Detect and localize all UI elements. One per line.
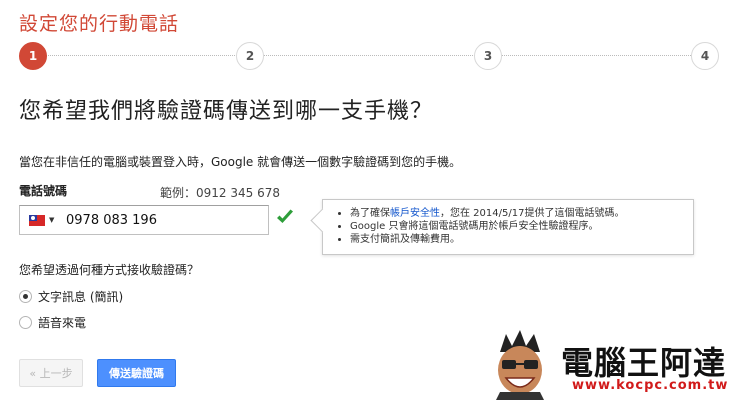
info-tooltip: 為了確保帳戶安全性，您在 2014/5/17提供了這個電話號碼。 Google … bbox=[322, 199, 694, 255]
progress-stepper: 1 2 3 4 bbox=[19, 42, 719, 70]
info-line-1: 為了確保帳戶安全性，您在 2014/5/17提供了這個電話號碼。 bbox=[350, 207, 683, 220]
step-2: 2 bbox=[236, 42, 264, 70]
phone-example: 範例：0912 345 678 bbox=[160, 186, 280, 200]
radio-label-voice: 語音來電 bbox=[38, 316, 87, 330]
method-question: 您希望透過何種方式接收驗證碼？ bbox=[19, 263, 200, 277]
mascot-icon bbox=[496, 330, 544, 400]
step-1: 1 bbox=[19, 42, 47, 70]
taiwan-flag-icon bbox=[29, 214, 45, 226]
description-text: 當您在非信任的電腦或裝置登入時，Google 就會傳送一個數字驗證碼到您的手機。 bbox=[19, 155, 462, 169]
step-4: 4 bbox=[691, 42, 719, 70]
country-select[interactable]: ▼ bbox=[20, 206, 60, 234]
account-security-link[interactable]: 帳戶安全性 bbox=[390, 208, 440, 219]
info-line-3: 需支付簡訊及傳輸費用。 bbox=[350, 233, 683, 246]
radio-label-sms: 文字訊息 (簡訊) bbox=[38, 290, 124, 304]
phone-field: ▼ bbox=[19, 205, 269, 235]
radio-option-sms[interactable]: 文字訊息 (簡訊) bbox=[19, 288, 123, 305]
phone-input[interactable] bbox=[60, 207, 250, 233]
info-line-2: Google 只會將這個電話號碼用於帳戶安全性驗證程序。 bbox=[350, 220, 683, 233]
page-title: 設定您的行動電話 bbox=[19, 13, 180, 35]
checkmark-icon bbox=[277, 209, 293, 223]
caret-down-icon: ▼ bbox=[49, 216, 55, 224]
radio-option-voice[interactable]: 語音來電 bbox=[19, 314, 86, 331]
main-heading: 您希望我們將驗證碼傳送到哪一支手機？ bbox=[19, 99, 434, 124]
send-code-button[interactable]: 傳送驗證碼 bbox=[97, 359, 176, 387]
watermark: 電腦王阿達 www.kocpc.com.tw bbox=[486, 328, 732, 400]
brand-url: www.kocpc.com.tw bbox=[572, 378, 729, 393]
phone-label: 電話號碼 bbox=[19, 184, 68, 198]
stepper-line bbox=[33, 55, 705, 56]
step-3: 3 bbox=[474, 42, 502, 70]
radio-button-voice[interactable] bbox=[19, 316, 32, 329]
radio-button-sms[interactable] bbox=[19, 290, 32, 303]
back-button[interactable]: « 上一步 bbox=[19, 359, 83, 387]
